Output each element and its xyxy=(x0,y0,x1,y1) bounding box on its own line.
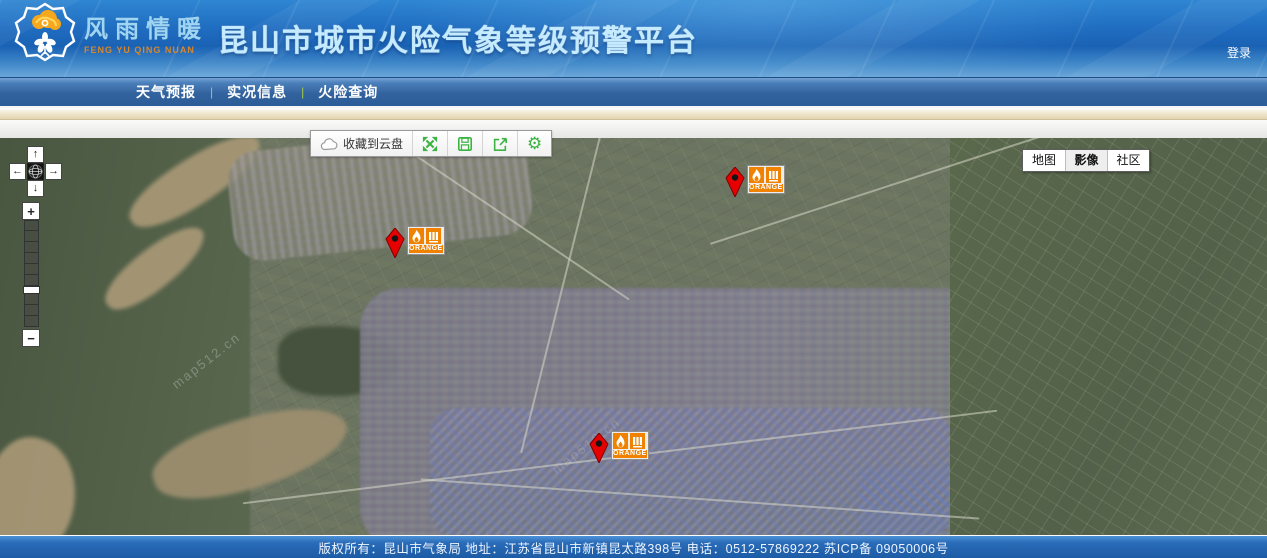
map-pin-icon xyxy=(589,433,609,463)
save-disk-icon xyxy=(457,136,473,152)
zoom-slider-handle[interactable] xyxy=(23,286,40,294)
main-nav: 天气预报 | 实况信息 | 火险查询 xyxy=(0,77,1267,106)
logo-name-en: FENG YU QING NUAN xyxy=(84,45,208,55)
map-industrial-region xyxy=(860,468,1190,535)
settings-button[interactable]: ⚙ xyxy=(517,131,551,156)
logo-badge-icon xyxy=(14,2,76,62)
fire-level-label: ORANGE xyxy=(409,245,443,253)
fire-level-bars-icon xyxy=(426,228,441,244)
zoom-level-step[interactable] xyxy=(24,316,39,327)
nav-item-live-info[interactable]: 实况信息 xyxy=(227,82,287,102)
map-island xyxy=(96,214,214,322)
map-island xyxy=(120,138,270,242)
zoom-control: + − xyxy=(22,202,40,347)
map-road xyxy=(421,478,980,519)
map-road xyxy=(520,138,602,453)
map-island xyxy=(0,428,89,535)
save-to-cloud-button[interactable]: 收藏到云盘 xyxy=(311,131,412,156)
fullscreen-icon xyxy=(422,136,438,152)
map-dense-urban-region xyxy=(430,408,950,535)
nav-item-fire-risk-query[interactable]: 火险查询 xyxy=(318,82,378,102)
pan-right-button[interactable]: → xyxy=(45,163,62,180)
zoom-out-button[interactable]: − xyxy=(22,329,40,347)
fire-level-bars-icon xyxy=(630,433,645,449)
map-peninsula xyxy=(144,389,356,517)
page-title: 昆山市城市火险气象等级预警平台 xyxy=(218,16,698,60)
fire-warning-badge: ORANGE xyxy=(611,431,649,460)
zoom-level-step[interactable] xyxy=(24,264,39,275)
map-toolbar: 收藏到云盘 ⚙ xyxy=(310,130,552,157)
share-button[interactable] xyxy=(482,131,517,156)
logo-text: 风雨情暖 FENG YU QING NUAN xyxy=(84,9,208,55)
share-export-icon xyxy=(492,136,508,152)
fire-warning-badge: ORANGE xyxy=(747,165,785,194)
zoom-level-step[interactable] xyxy=(24,305,39,316)
fire-level-label: ORANGE xyxy=(613,450,647,458)
map-type-button-imagery[interactable]: 影像 xyxy=(1065,150,1107,171)
map-watermark: map512.cn xyxy=(169,329,243,392)
flame-icon xyxy=(613,433,628,449)
map-type-button-map[interactable]: 地图 xyxy=(1023,150,1065,171)
map-small-lake xyxy=(278,326,398,396)
cloud-icon xyxy=(320,137,338,151)
save-to-cloud-label: 收藏到云盘 xyxy=(343,135,403,152)
map-canvas[interactable]: map512.cn map512.cn ↑ ← → ↓ + xyxy=(0,138,1267,535)
zoom-level-step[interactable] xyxy=(24,231,39,242)
zoom-level-step[interactable] xyxy=(24,253,39,264)
beige-divider-strip xyxy=(0,108,1267,120)
fire-warning-marker[interactable]: ORANGE xyxy=(385,228,445,258)
map-type-switcher: 地图 影像 社区 xyxy=(1022,149,1150,172)
site-header: 风雨情暖 FENG YU QING NUAN 昆山市城市火险气象等级预警平台 登… xyxy=(0,0,1267,77)
map-road xyxy=(330,138,630,300)
page: 风雨情暖 FENG YU QING NUAN 昆山市城市火险气象等级预警平台 登… xyxy=(0,0,1267,558)
zoom-level-ladder xyxy=(24,220,39,327)
login-link[interactable]: 登录 xyxy=(1227,44,1251,61)
flame-icon xyxy=(409,228,424,244)
map-farmland-region xyxy=(950,138,1267,535)
map-urban-region xyxy=(360,288,1000,535)
fullscreen-button[interactable] xyxy=(412,131,447,156)
logo: 风雨情暖 FENG YU QING NUAN xyxy=(14,2,208,62)
globe-reset-button[interactable] xyxy=(27,163,44,180)
logo-name-cn: 风雨情暖 xyxy=(84,9,208,44)
fire-level-bars-icon xyxy=(766,167,781,183)
zoom-in-button[interactable]: + xyxy=(22,202,40,220)
gear-icon: ⚙ xyxy=(527,135,542,152)
gray-spacer-strip xyxy=(0,120,1267,138)
pan-down-button[interactable]: ↓ xyxy=(27,180,44,197)
fire-warning-marker[interactable]: ORANGE xyxy=(589,433,649,463)
map-pin-icon xyxy=(385,228,405,258)
fire-warning-marker[interactable]: ORANGE xyxy=(725,167,785,197)
nav-separator: | xyxy=(301,85,304,99)
globe-icon xyxy=(28,164,43,179)
zoom-level-step[interactable] xyxy=(24,242,39,253)
zoom-level-step[interactable] xyxy=(24,294,39,305)
map-type-button-community[interactable]: 社区 xyxy=(1107,150,1149,171)
flame-icon xyxy=(749,167,764,183)
fire-level-label: ORANGE xyxy=(749,184,783,192)
pan-left-button[interactable]: ← xyxy=(9,163,26,180)
copyright-text: 版权所有：昆山市气象局 地址：江苏省昆山市新镇昆太路398号 电话：0512-5… xyxy=(318,538,948,557)
map-pin-icon xyxy=(725,167,745,197)
save-button[interactable] xyxy=(447,131,482,156)
pan-up-button[interactable]: ↑ xyxy=(27,146,44,163)
footer: 版权所有：昆山市气象局 地址：江苏省昆山市新镇昆太路398号 电话：0512-5… xyxy=(0,536,1267,558)
zoom-level-step[interactable] xyxy=(24,275,39,286)
zoom-level-step[interactable] xyxy=(24,220,39,231)
nav-item-weather-forecast[interactable]: 天气预报 xyxy=(136,82,196,102)
fire-warning-badge: ORANGE xyxy=(407,226,445,255)
nav-separator: | xyxy=(210,85,213,99)
